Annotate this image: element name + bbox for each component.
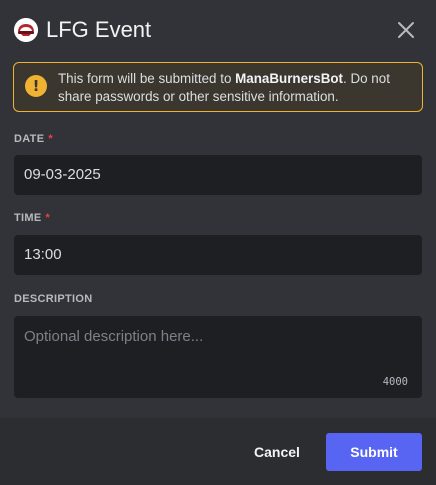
time-field[interactable]: 13:00	[14, 235, 422, 275]
notice-prefix: This form will be submitted to	[58, 71, 236, 86]
modal-footer: Cancel Submit	[0, 418, 436, 485]
date-required-mark: *	[48, 133, 53, 145]
security-notice: ! This form will be submitted to ManaBur…	[13, 62, 423, 112]
modal-title: LFG Event	[46, 17, 152, 42]
description-field[interactable]: Optional description here... 4000	[14, 316, 422, 398]
time-required-mark: *	[45, 212, 51, 224]
notice-bot-name: ManaBurnersBot	[235, 71, 344, 86]
description-label: DESCRIPTION	[14, 293, 93, 305]
date-label-text: DATE	[14, 133, 45, 145]
close-icon[interactable]	[396, 20, 416, 40]
lfg-event-modal: LFG Event ! This form will be submitted …	[0, 0, 436, 485]
description-placeholder: Optional description here...	[24, 328, 204, 345]
time-label: TIME *	[14, 212, 50, 224]
date-field[interactable]: 09-03-2025	[14, 155, 422, 195]
warning-glyph: !	[32, 77, 40, 95]
mana-burner-avatar-icon	[14, 18, 38, 42]
date-label: DATE *	[14, 133, 53, 145]
cancel-button[interactable]: Cancel	[243, 433, 311, 471]
warning-icon: !	[25, 75, 47, 97]
description-char-count: 4000	[382, 376, 408, 388]
notice-text: This form will be submitted to ManaBurne…	[58, 70, 416, 106]
time-label-text: TIME	[14, 212, 42, 224]
submit-button[interactable]: Submit	[326, 433, 422, 471]
modal-header: LFG Event	[0, 0, 436, 60]
